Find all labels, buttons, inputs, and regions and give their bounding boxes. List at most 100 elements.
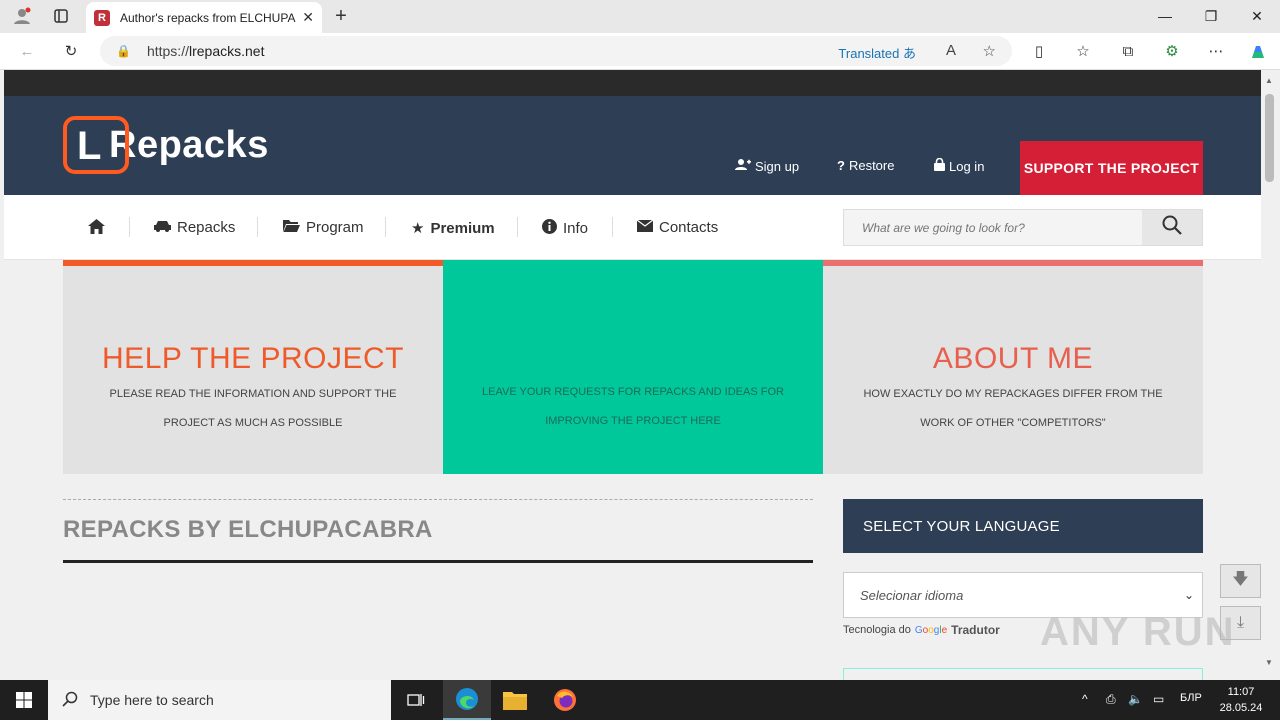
clock-time: 11:07: [1227, 686, 1255, 698]
site-search: [843, 209, 1203, 246]
read-aloud-icon[interactable]: A: [946, 42, 956, 59]
anyrun-watermark: ANY RUN: [1040, 610, 1236, 654]
close-tab-icon[interactable]: ✕: [302, 9, 314, 26]
main-nav: Repacks Program ★ Premium Info Contacts: [4, 195, 1261, 260]
back-icon[interactable]: ←: [16, 41, 38, 61]
language-heading: SELECT YOUR LANGUAGE: [843, 499, 1203, 553]
panel-title: ABOUT ME: [932, 342, 1094, 375]
site-header: L Repacks Sign up ? Restore Log in SUPPO…: [4, 96, 1261, 195]
nav-item-contacts[interactable]: Contacts: [636, 219, 718, 236]
translated-indicator[interactable]: Translated あ: [838, 43, 916, 62]
nav-item-program[interactable]: Program: [283, 219, 364, 236]
search-button[interactable]: [1142, 210, 1202, 245]
envelope-icon: [636, 219, 654, 236]
more-menu-icon[interactable]: ⋯: [1205, 41, 1227, 61]
reload-icon[interactable]: ↻: [60, 41, 82, 61]
panel-help-project[interactable]: HELP THE PROJECT PLEASE READ THE INFORMA…: [63, 260, 443, 474]
scroll-up-arrow-icon[interactable]: ▲: [1265, 76, 1273, 85]
page-scrollbar[interactable]: ▲ ▼: [1261, 70, 1280, 680]
translated-label: Translated: [838, 46, 900, 61]
nav-label-premium: Premium: [430, 219, 495, 237]
nav-item-info[interactable]: Info: [542, 219, 588, 238]
tray-chevron-up-icon[interactable]: ^: [1082, 692, 1088, 706]
google-translate-credit: Tecnologia do Google Tradutor: [843, 623, 1000, 637]
section-title: REPACKS BY ELCHUPACABRA: [63, 516, 433, 543]
google-logo-icon[interactable]: Google: [915, 625, 947, 636]
volume-icon[interactable]: 🔈: [1128, 692, 1143, 706]
firefox-icon[interactable]: [541, 680, 589, 720]
logo-text: Repacks: [109, 123, 269, 166]
input-language[interactable]: БЛР: [1180, 692, 1202, 704]
restore-window-icon[interactable]: ❐: [1188, 0, 1234, 32]
nav-divider: [129, 217, 130, 237]
scroll-down-icon[interactable]: 🡇: [1220, 564, 1261, 598]
logo-letter: L: [77, 124, 102, 168]
scrollbar-thumb[interactable]: [1265, 94, 1274, 182]
collections-icon[interactable]: ⧉: [1117, 41, 1139, 61]
info-icon: [542, 219, 557, 238]
nav-divider: [385, 217, 386, 237]
language-select-value: Selecionar idioma: [860, 587, 964, 603]
browser-tab-active[interactable]: R Author's repacks from ELCHUPACABRA ✕: [86, 2, 322, 33]
browser-titlebar: R Author's repacks from ELCHUPACABRA ✕ +…: [0, 0, 1280, 33]
restore-label: Restore: [848, 158, 895, 173]
panel-about-me[interactable]: ABOUT ME HOW EXACTLY DO MY REPACKAGES DI…: [823, 260, 1203, 474]
nav-item-repacks[interactable]: Repacks: [154, 219, 235, 236]
site-logo[interactable]: L Repacks: [63, 116, 269, 174]
restore-link[interactable]: ? Restore: [837, 158, 894, 173]
translate-icon: あ: [902, 46, 916, 61]
profile-icon[interactable]: [10, 6, 34, 26]
lock-icon: [934, 157, 945, 174]
taskbar-clock[interactable]: 11:07 28.05.24: [1214, 684, 1268, 716]
feature-panels: HELP THE PROJECT PLEASE READ THE INFORMA…: [63, 260, 1203, 474]
panel-text: PLEASE READ THE INFORMATION AND SUPPORT …: [109, 388, 397, 429]
tray-display-icon[interactable]: ▭: [1153, 692, 1164, 706]
section-rule: [63, 560, 813, 563]
task-view-icon[interactable]: [392, 680, 440, 720]
new-tab-icon[interactable]: +: [330, 5, 352, 27]
powered-prefix: Tecnologia do: [843, 624, 911, 636]
address-bar[interactable]: 🔒 https:// lrepacks.net Translated あ A ☆: [100, 36, 1012, 66]
question-icon: ?: [837, 158, 845, 173]
minimize-icon[interactable]: —: [1142, 0, 1188, 32]
lock-icon[interactable]: 🔒: [116, 44, 131, 58]
split-screen-icon[interactable]: ▯: [1028, 41, 1050, 61]
taskbar-search[interactable]: Type here to search: [48, 680, 391, 720]
panel-text: LEAVE YOUR REQUESTS FOR REPACKS AND IDEA…: [482, 386, 784, 427]
file-explorer-icon[interactable]: [491, 680, 539, 720]
copilot-icon[interactable]: [1246, 41, 1270, 63]
panel-requests[interactable]: LEAVE YOUR REQUESTS FOR REPACKS AND IDEA…: [443, 260, 823, 474]
web-page: L Repacks Sign up ? Restore Log in SUPPO…: [4, 70, 1261, 680]
home-icon[interactable]: [88, 219, 105, 234]
signup-link[interactable]: Sign up: [735, 158, 799, 174]
support-project-button[interactable]: SUPPORT THE PROJECT: [1020, 141, 1203, 195]
car-icon: [154, 219, 171, 236]
powered-brand[interactable]: Tradutor: [951, 623, 1000, 637]
close-window-icon[interactable]: ✕: [1234, 0, 1280, 32]
panel-accent-bar: [443, 260, 823, 266]
panel-accent-bar: [63, 260, 443, 266]
login-label: Log in: [949, 158, 985, 174]
extensions-icon[interactable]: ⚙: [1161, 41, 1183, 61]
panel-text: HOW EXACTLY DO MY REPACKAGES DIFFER FROM…: [863, 388, 1163, 429]
login-link[interactable]: Log in: [934, 157, 985, 174]
windows-start-icon[interactable]: [0, 680, 48, 720]
search-input[interactable]: [844, 210, 1142, 245]
search-icon: [1162, 215, 1182, 240]
favorites-icon[interactable]: ☆: [1072, 41, 1094, 61]
top-strip: [4, 70, 1261, 96]
chevron-down-icon: ⌄: [1183, 588, 1194, 602]
clock-date: 28.05.24: [1219, 702, 1263, 714]
search-icon: [62, 691, 78, 710]
lrepacks-favicon-icon: R: [94, 9, 110, 26]
signup-label: Sign up: [755, 158, 800, 174]
nav-label-info: Info: [563, 220, 589, 237]
favorite-star-icon[interactable]: ☆: [983, 42, 996, 60]
scroll-down-arrow-icon[interactable]: ▼: [1265, 658, 1273, 667]
browser-toolbar: ← ↻ 🔒 https:// lrepacks.net Translated あ…: [0, 33, 1280, 70]
edge-taskbar-icon[interactable]: [443, 680, 491, 720]
tab-actions-icon[interactable]: [50, 6, 72, 26]
folder-open-icon: [283, 219, 300, 236]
tray-network-icon[interactable]: ⎙: [1106, 692, 1116, 707]
nav-item-premium[interactable]: ★ Premium: [411, 219, 495, 238]
